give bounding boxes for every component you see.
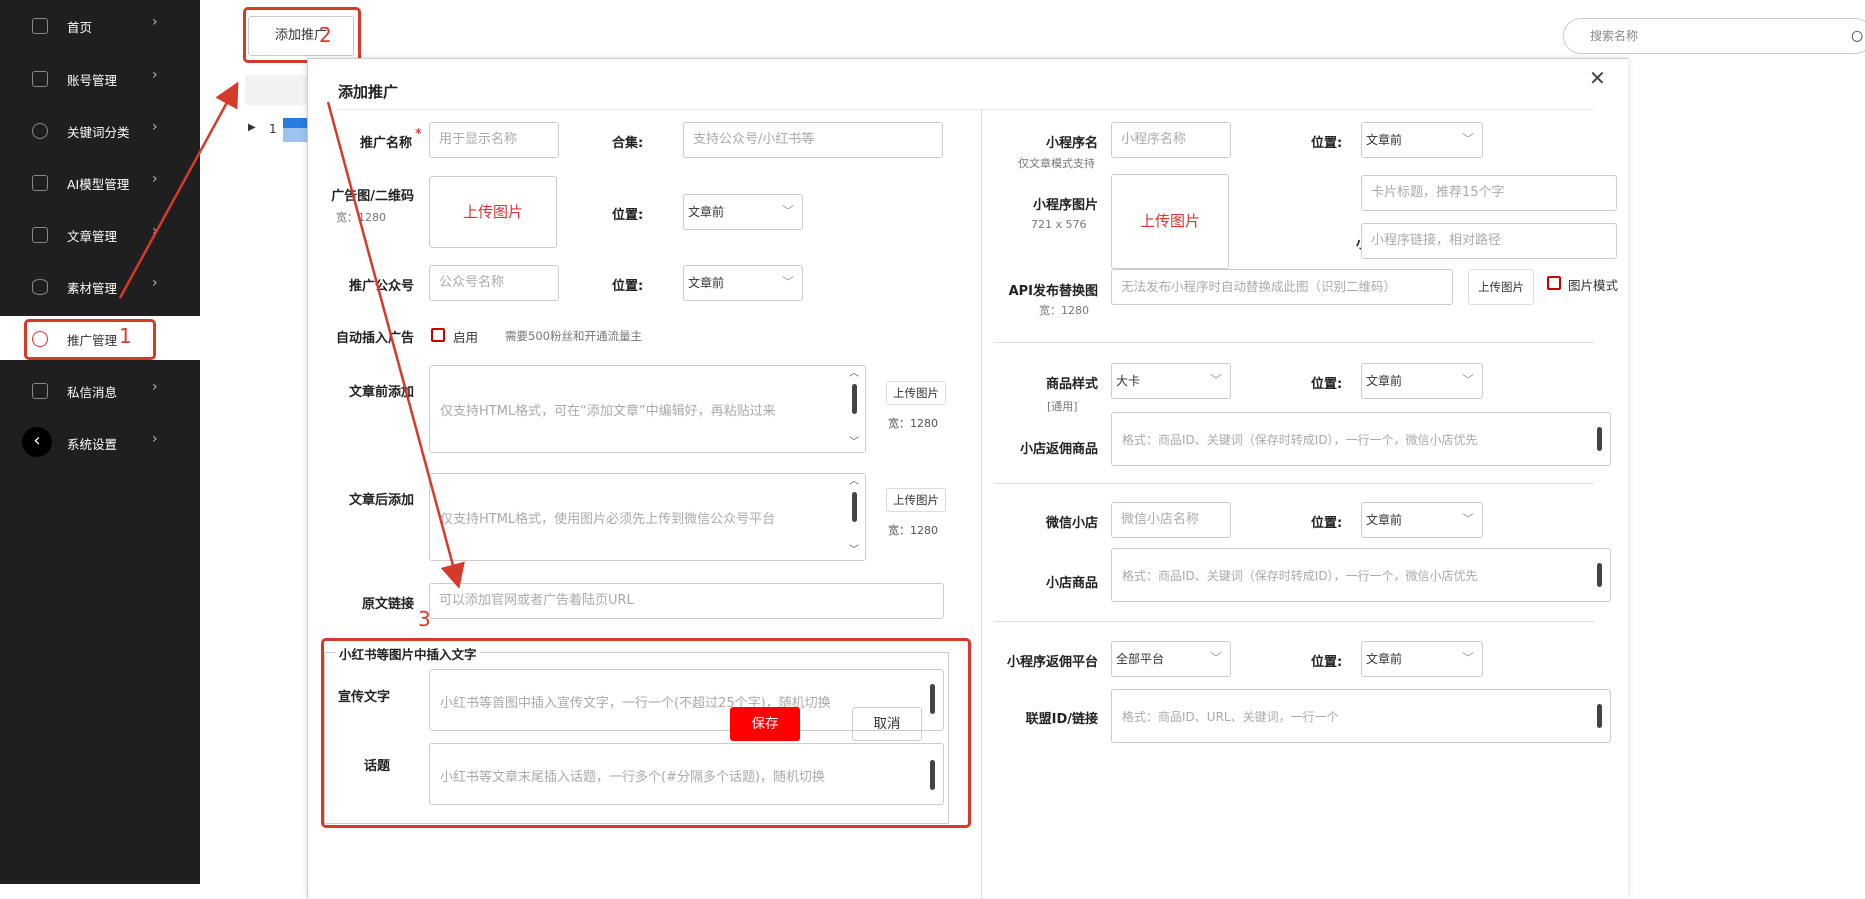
annotation-arrows	[118, 81, 465, 589]
annotation-arrow-2	[326, 101, 465, 589]
annotation-arrow-1	[118, 81, 239, 299]
